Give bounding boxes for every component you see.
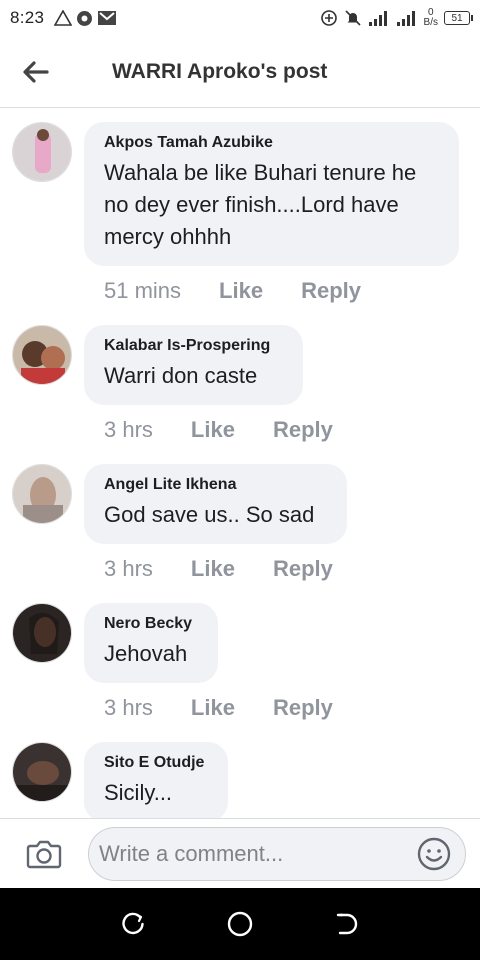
comment-author[interactable]: Angel Lite Ikhena — [104, 476, 327, 494]
warning-triangle-icon — [54, 10, 73, 26]
like-button[interactable]: Like — [191, 417, 235, 443]
avatar[interactable] — [12, 742, 72, 802]
comment-bubble[interactable]: Angel Lite Ikhena God save us.. So sad — [84, 464, 347, 544]
avatar[interactable] — [12, 464, 72, 524]
comment-time: 51 mins — [104, 278, 182, 303]
back-button[interactable] — [0, 36, 72, 108]
like-button[interactable]: Like — [191, 556, 235, 582]
status-right: 0 B/s 51 — [320, 8, 473, 28]
status-left: 8:23 — [10, 8, 117, 28]
signal-2-icon — [396, 11, 415, 26]
comment-input-placeholder: Write a comment... — [99, 841, 284, 866]
net-speed-unit: B/s — [423, 17, 438, 28]
comment-author[interactable]: Nero Becky — [104, 615, 198, 633]
comment-text-line: Sicily... — [104, 780, 173, 805]
net-speed: 0 B/s — [424, 8, 438, 28]
comment-actions: 51 mins Like Reply — [104, 278, 361, 304]
signal-1-icon — [368, 11, 387, 26]
comment-actions: 3 hrs Like Reply — [104, 417, 333, 443]
comment-actions: 3 hrs Like Reply — [104, 556, 333, 582]
comment-time: 3 hrs — [104, 417, 153, 442]
like-button[interactable]: Like — [219, 278, 263, 304]
back-arrow-icon — [23, 60, 49, 83]
comment-composer: Write a comment... — [0, 818, 480, 888]
avatar-photo-icon — [13, 743, 71, 801]
recent-apps-icon — [122, 912, 145, 935]
comment-text-line: no dey ever finish....Lord have — [104, 192, 399, 217]
mute-icon — [344, 10, 361, 26]
chrome-icon — [77, 10, 93, 26]
avatar[interactable] — [12, 325, 72, 385]
reply-button[interactable]: Reply — [301, 278, 361, 304]
post-header: WARRI Aproko's post — [0, 36, 480, 108]
system-nav-bar — [0, 888, 480, 960]
like-button[interactable]: Like — [191, 695, 235, 721]
gmail-icon — [98, 11, 117, 25]
comment-author[interactable]: Sito E Otudje — [104, 754, 208, 772]
avatar[interactable] — [12, 122, 72, 182]
avatar-photo-icon — [13, 123, 71, 181]
status-time: 8:23 — [10, 8, 45, 27]
comment-bubble[interactable]: Akpos Tamah Azubike Wahala be like Buhar… — [84, 122, 459, 266]
comment-author[interactable]: Kalabar Is-Prospering — [104, 337, 283, 355]
comment-input[interactable]: Write a comment... — [88, 827, 466, 881]
page-title: WARRI Aproko's post — [112, 59, 328, 83]
status-bar: 8:23 0 B/s 51 — [0, 0, 480, 36]
avatar[interactable] — [12, 603, 72, 663]
camera-button[interactable] — [0, 819, 88, 889]
back-nav-button[interactable] — [327, 904, 367, 944]
reply-button[interactable]: Reply — [273, 556, 333, 582]
comments-list[interactable]: Akpos Tamah Azubike Wahala be like Buhar… — [0, 108, 480, 818]
comment-bubble[interactable]: Sito E Otudje Sicily... — [84, 742, 228, 818]
emoji-icon[interactable] — [417, 837, 451, 871]
comment-time: 3 hrs — [104, 695, 153, 720]
data-saver-icon — [320, 10, 337, 26]
comment-text-line: mercy ohhhh — [104, 224, 232, 249]
recent-apps-button[interactable] — [113, 904, 153, 944]
camera-icon — [26, 840, 62, 868]
comment-actions: 3 hrs Like Reply — [104, 695, 333, 721]
notification-icons — [54, 10, 117, 27]
avatar-photo-icon — [13, 326, 71, 384]
comment-time: 3 hrs — [104, 556, 153, 581]
home-circle-icon — [227, 911, 253, 937]
comment-text-line: Jehovah — [104, 641, 188, 666]
home-button[interactable] — [220, 904, 260, 944]
avatar-photo-icon — [13, 465, 71, 523]
comment-author[interactable]: Akpos Tamah Azubike — [104, 134, 439, 152]
avatar-photo-icon — [13, 604, 71, 662]
battery-level: 51 — [451, 12, 463, 24]
comment-text-line: Warri don caste — [104, 363, 258, 388]
comment-text-line: Wahala be like Buhari tenure he — [104, 160, 417, 185]
reply-button[interactable]: Reply — [273, 695, 333, 721]
back-nav-icon — [336, 913, 357, 935]
comment-bubble[interactable]: Nero Becky Jehovah — [84, 603, 218, 683]
comment-text-line: God save us.. So sad — [104, 502, 315, 527]
reply-button[interactable]: Reply — [273, 417, 333, 443]
battery-icon: 51 — [444, 11, 473, 25]
comment-bubble[interactable]: Kalabar Is-Prospering Warri don caste — [84, 325, 303, 405]
